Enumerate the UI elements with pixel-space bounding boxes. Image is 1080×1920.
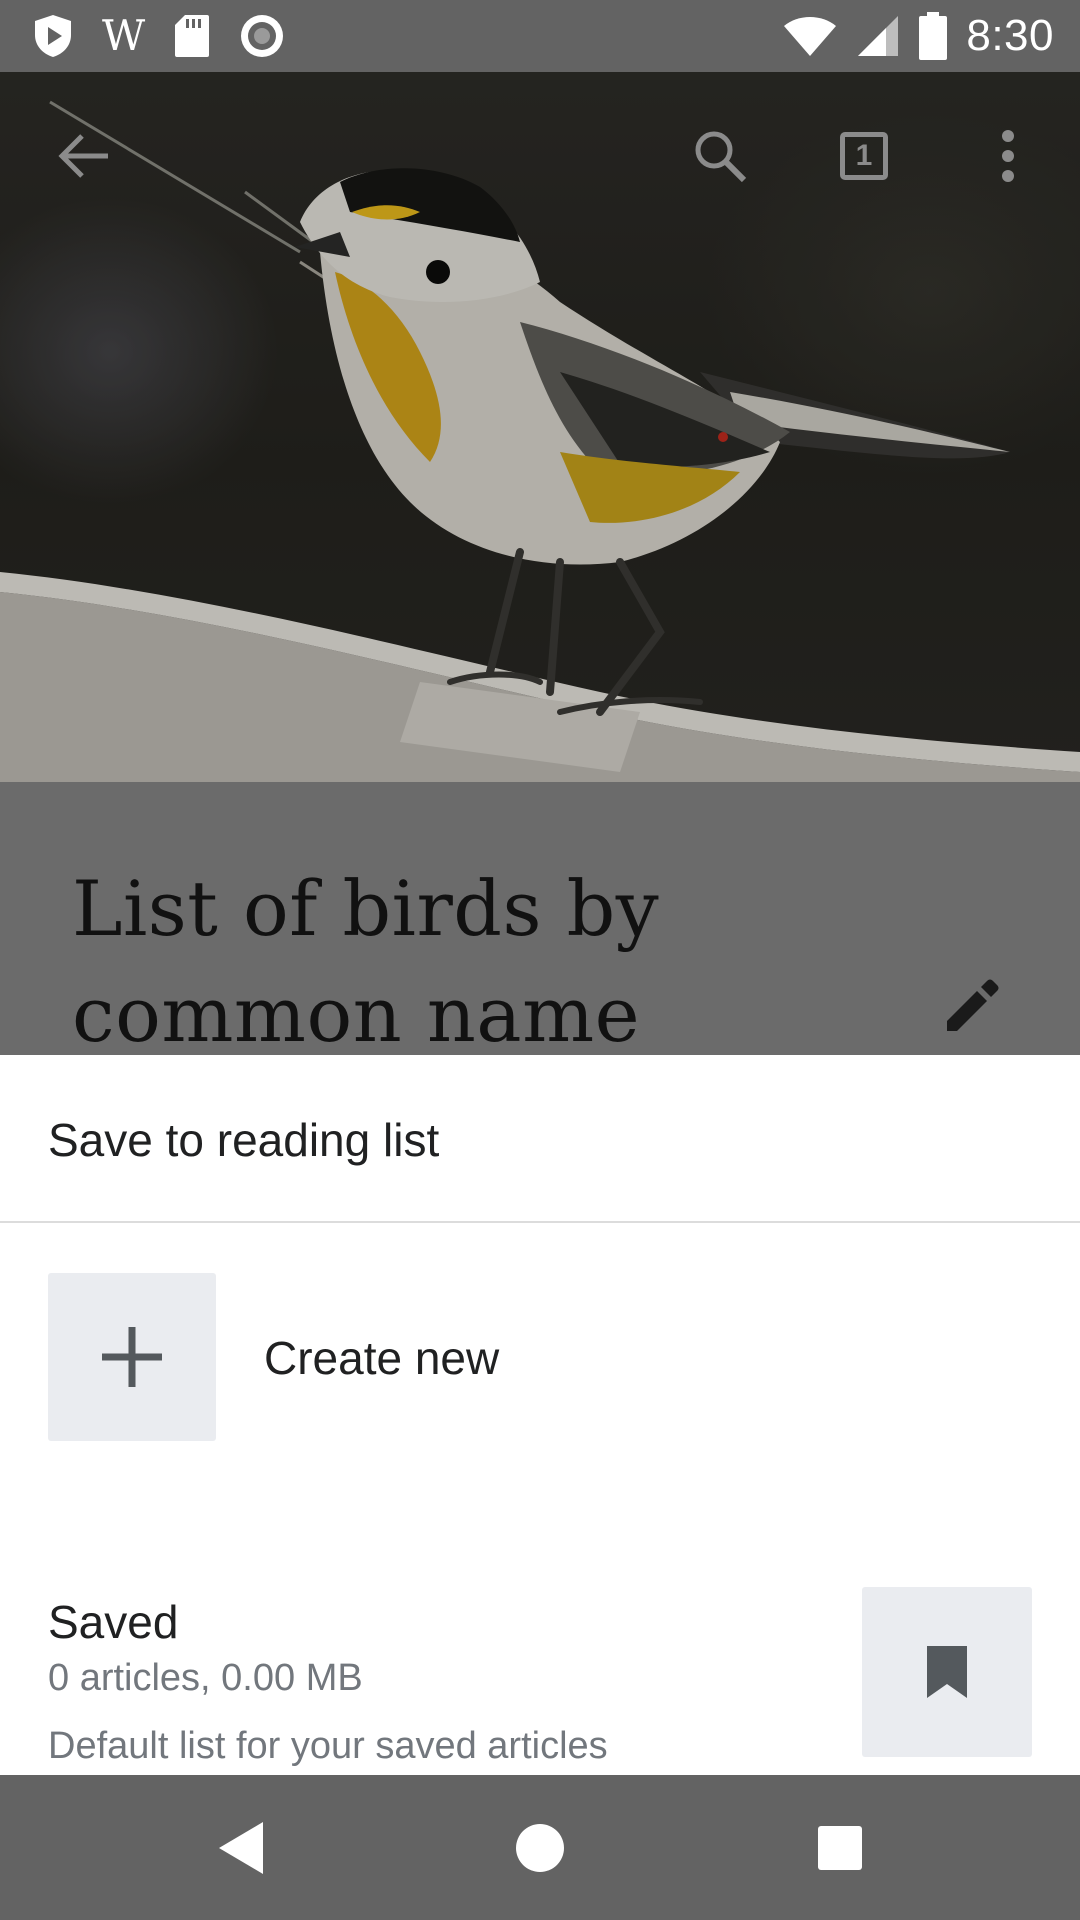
wifi-icon (782, 14, 838, 58)
create-new-list-row[interactable]: Create new (0, 1255, 1080, 1441)
plus-icon (102, 1327, 162, 1387)
nav-home-button[interactable] (497, 1805, 583, 1891)
more-options-button[interactable] (960, 108, 1056, 204)
nav-back-button[interactable] (198, 1805, 284, 1891)
back-arrow-icon (58, 134, 108, 178)
search-button[interactable] (672, 108, 768, 204)
tabs-button[interactable]: 1 (816, 108, 912, 204)
record-icon (239, 13, 285, 59)
reading-list-name: Saved (48, 1596, 179, 1648)
bookmark-icon (927, 1646, 967, 1698)
wikipedia-icon: W (102, 11, 146, 60)
status-bar-left: W (32, 12, 285, 60)
status-time: 8:30 (966, 11, 1054, 60)
screen: W 8:30 1 List of birds by common name Sa… (0, 0, 1080, 1920)
page-title: List of birds by common name (72, 856, 872, 1068)
nav-back-icon (219, 1822, 263, 1874)
pencil-icon (947, 979, 999, 1031)
save-to-reading-list-sheet: Save to reading list Create new Saved 0 … (0, 1055, 1080, 1775)
status-bar-right: 8:30 (782, 10, 1054, 62)
reading-list-meta: 0 articles, 0.00 MB (48, 1657, 363, 1699)
status-bar: W 8:30 (0, 0, 1080, 72)
sd-card-icon (173, 13, 211, 59)
create-new-tile (48, 1273, 216, 1441)
page-title-line-1: List of birds by (72, 864, 660, 953)
play-shield-icon (32, 13, 74, 59)
sheet-title: Save to reading list (48, 1114, 440, 1166)
battery-icon (918, 12, 948, 60)
create-new-label: Create new (264, 1332, 500, 1384)
cell-signal-icon (856, 14, 900, 58)
nav-recents-button[interactable] (797, 1805, 883, 1891)
more-vert-icon (1002, 130, 1014, 182)
app-bar: 1 (0, 72, 1080, 240)
system-navigation-bar (0, 1775, 1080, 1920)
reading-list-description: Default list for your saved articles (48, 1725, 608, 1767)
reading-list-item-saved[interactable]: Saved 0 articles, 0.00 MB Default list f… (0, 1525, 1080, 1767)
reading-list-thumbnail (862, 1587, 1032, 1757)
back-button[interactable] (36, 108, 132, 204)
page-title-line-2: common name (72, 970, 641, 1059)
sheet-header: Save to reading list (0, 1055, 1080, 1223)
tabs-icon: 1 (840, 132, 888, 180)
nav-recents-icon (818, 1826, 862, 1870)
search-icon (695, 131, 747, 183)
edit-button[interactable] (936, 970, 1008, 1042)
nav-home-icon (516, 1824, 564, 1872)
